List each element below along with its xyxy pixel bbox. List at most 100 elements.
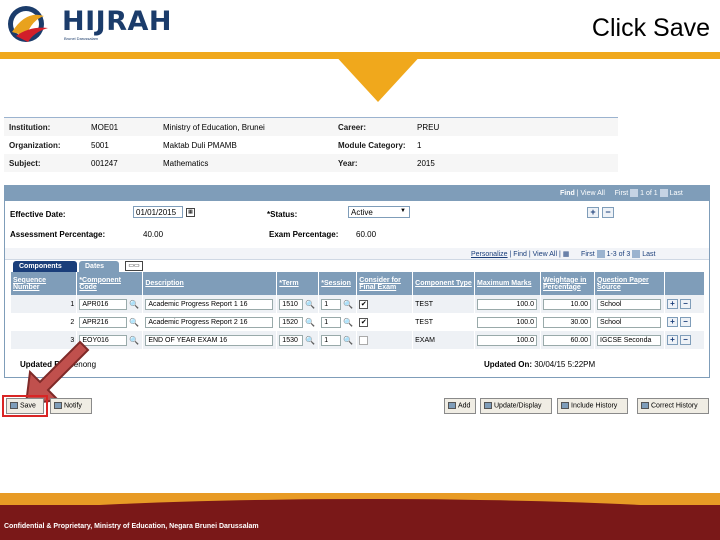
include-history-button[interactable]: Include History [557,398,628,414]
weightage-input[interactable]: 60.00 [543,334,592,346]
status-select[interactable]: Active ▼ [348,206,410,218]
session-input[interactable]: 1 [321,298,342,310]
final-exam-checkbox[interactable] [359,335,369,345]
footer-curve [0,499,720,540]
correct-history-icon [641,402,649,409]
col-header: Weightage in Percentage [540,272,595,295]
delete-row-button[interactable]: − [679,317,691,327]
lookup-icon[interactable]: 🔍 [305,336,315,345]
career-label: Career: [338,123,367,132]
add-row-button[interactable]: + [666,317,678,327]
term-input[interactable]: 1530 [279,334,304,346]
component-type-cell: EXAM [412,331,476,349]
hijrah-logo: HIJRAH Brunei Darussalam [4,2,171,46]
lookup-icon[interactable]: 🔍 [129,318,139,327]
description-input[interactable]: END OF YEAR EXAM 16 [145,334,274,346]
grid-find-link[interactable]: Find [513,251,527,258]
components-grid: Sequence Number *Component Code Descript… [11,272,706,349]
grid-nav-bar: Personalize | Find | View All | ▦ First … [5,248,709,260]
slide-footer: Confidential & Proprietary, Ministry of … [0,493,720,540]
delete-row-button[interactable]: − [679,335,691,345]
grid-next-icon[interactable] [632,250,641,259]
grid-viewall-link[interactable]: View All [533,251,557,258]
save-button[interactable]: Save [6,398,44,414]
max-marks-input[interactable]: 100.0 [477,298,538,310]
update-display-icon [484,402,492,409]
info-row-organization: Organization: 5001 Maktab Duli PMAMB Mod… [4,136,618,154]
career-value: PREU [417,123,440,132]
component-code-input[interactable]: APR016 [79,298,128,310]
session-input[interactable]: 1 [321,334,342,346]
grid-last-link[interactable]: Last [642,251,655,258]
effective-date-input[interactable]: 01/01/2015 [133,206,183,218]
course-info-box: Institution: MOE01 Ministry of Education… [4,117,618,172]
add-row-button[interactable]: + [587,207,599,218]
seq-cell: 1 [11,295,78,313]
col-header: Maximum Marks [474,272,542,295]
lookup-icon[interactable]: 🔍 [343,300,353,309]
final-exam-checkbox[interactable]: ✔ [359,299,369,309]
nav-first-link[interactable]: First [615,190,629,197]
nav-viewall-link[interactable]: View All [581,190,605,197]
col-header: Consider for Final Exam [356,272,414,295]
header-accent-notch [332,52,424,102]
tab-dates[interactable]: Dates [79,261,119,272]
add-icon [448,402,456,409]
paper-source-select[interactable]: School [597,298,661,310]
add-row-button[interactable]: + [666,299,678,309]
description-input[interactable]: Academic Progress Report 2 16 [145,316,274,328]
grid-download-icon[interactable]: ▦ [563,251,570,258]
nav-last-link[interactable]: Last [670,190,683,197]
effective-date-label: Effective Date: [10,210,66,219]
exam-percentage-label: Exam Percentage: [269,230,339,239]
paper-source-select[interactable]: School [597,316,661,328]
save-icon [10,402,18,409]
nav-count: 1 of 1 [640,189,658,197]
nav-next-icon[interactable] [659,189,668,197]
component-code-input[interactable]: APR216 [79,316,128,328]
add-button[interactable]: Add [444,398,476,414]
final-exam-checkbox[interactable]: ✔ [359,317,369,327]
update-display-button[interactable]: Update/Display [480,398,552,414]
panel-nav-bar: Find | View All First 1 of 1 Last [5,186,709,201]
correct-history-button[interactable]: Correct History [637,398,709,414]
organization-label: Organization: [9,141,61,150]
add-row-button[interactable]: + [666,335,678,345]
grid-personalize-link[interactable]: Personalize [471,251,508,258]
max-marks-input[interactable]: 100.0 [477,316,538,328]
notify-button[interactable]: Notify [50,398,92,414]
term-input[interactable]: 1520 [279,316,304,328]
table-row: 3 EOY016 🔍 END OF YEAR EXAM 16 1530 🔍 1 🔍 E… [11,331,706,349]
assessment-percentage-value: 40.00 [143,230,164,239]
nav-find-link[interactable]: Find [560,190,575,197]
lookup-icon[interactable]: 🔍 [305,318,315,327]
lookup-icon[interactable]: 🔍 [343,336,353,345]
grid-first-link[interactable]: First [581,251,595,258]
lookup-icon[interactable]: 🔍 [343,318,353,327]
col-header: Sequence Number [11,272,78,295]
notify-icon [54,402,62,409]
session-input[interactable]: 1 [321,316,342,328]
tab-components[interactable]: Components [13,261,77,272]
lookup-icon[interactable]: 🔍 [305,300,315,309]
updated-on-value: 30/04/15 5:22PM [534,360,596,369]
description-input[interactable]: Academic Progress Report 1 16 [145,298,274,310]
term-input[interactable]: 1510 [279,298,304,310]
lookup-icon[interactable]: 🔍 [129,300,139,309]
assessment-percentage-label: Assessment Percentage: [10,230,106,239]
delete-row-button[interactable]: − [602,207,614,218]
organization-name: Maktab Duli PMAMB [163,141,237,150]
col-header-actions [664,272,706,295]
nav-prev-icon[interactable] [630,189,639,197]
calendar-icon[interactable]: ▦ [186,208,195,217]
show-all-columns-icon[interactable]: ▭▭ [125,261,143,271]
weightage-input[interactable]: 10.00 [543,298,592,310]
weightage-input[interactable]: 30.00 [543,316,592,328]
lookup-icon[interactable]: 🔍 [129,336,139,345]
max-marks-input[interactable]: 100.0 [477,334,538,346]
paper-source-select[interactable]: IGCSE Seconda [597,334,661,346]
module-category-value: 1 [417,141,422,150]
table-row: 1 APR016 🔍 Academic Progress Report 1 16 … [11,295,706,313]
delete-row-button[interactable]: − [679,299,691,309]
grid-prev-icon[interactable] [596,250,605,259]
